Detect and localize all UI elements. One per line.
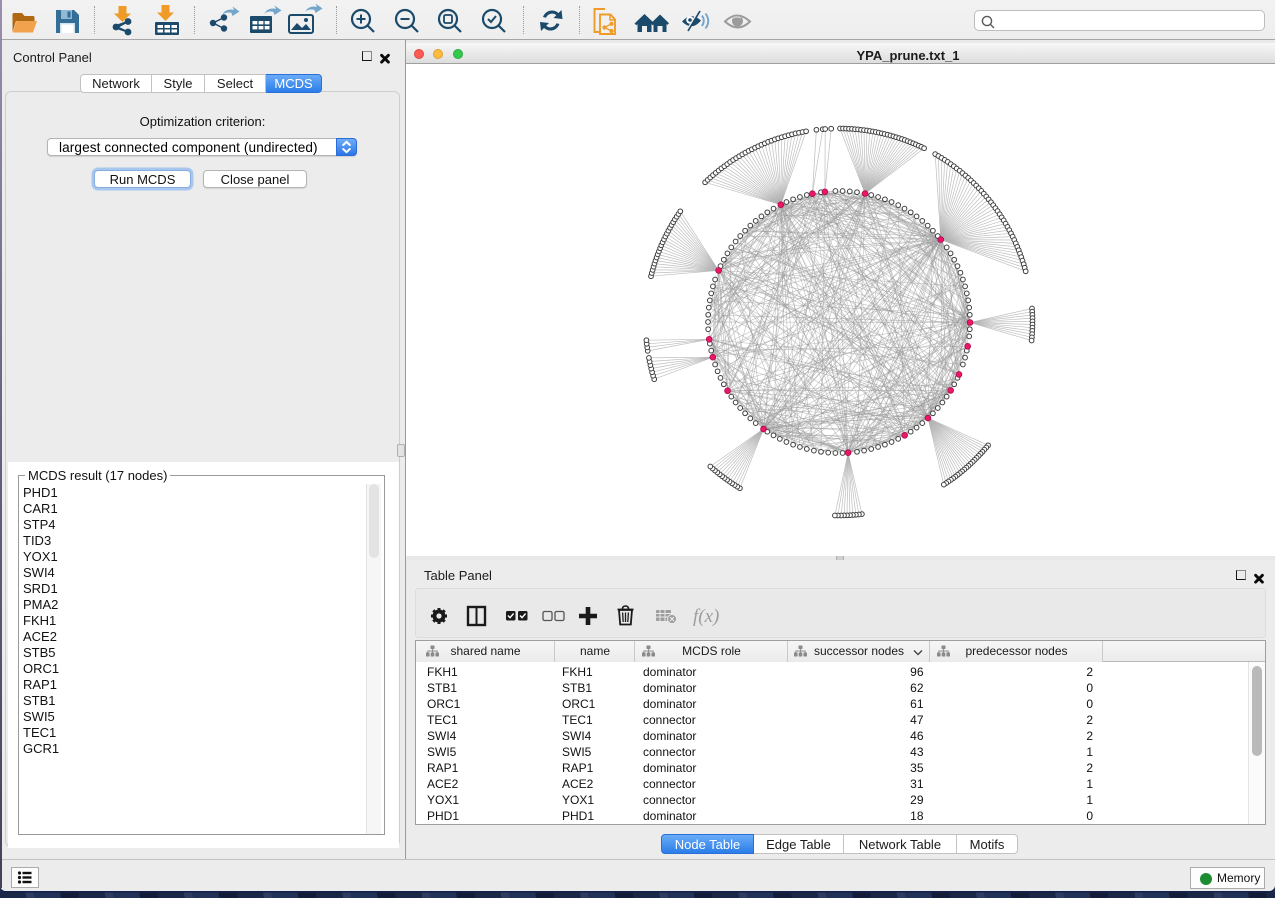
svg-text:f(x): f(x): [693, 606, 719, 627]
